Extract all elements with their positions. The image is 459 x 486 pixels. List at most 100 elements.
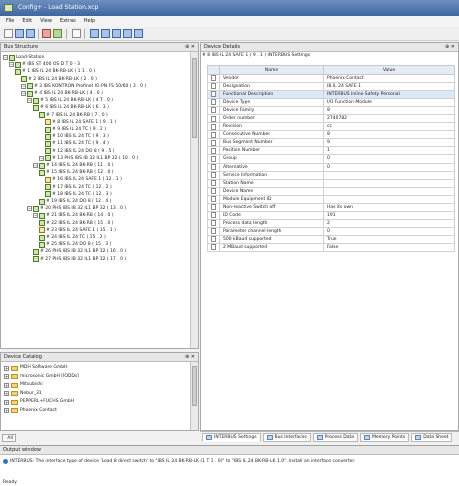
property-value[interactable]: IB IL 24 SAFE 1	[323, 82, 455, 92]
new-file-icon[interactable]	[4, 29, 13, 38]
column-header-value[interactable]: Value	[323, 65, 455, 75]
expand-icon[interactable]: +	[4, 399, 9, 405]
table-row[interactable]: Device Family 8	[207, 106, 455, 116]
expand-icon[interactable]: +	[4, 374, 9, 379]
menu-file[interactable]: File	[6, 16, 14, 27]
tree-node[interactable]: # 8 IBS IL 24 SAFE 1 ( 9 . 1 )	[45, 119, 116, 126]
tree-node[interactable]: # 7 IBS IL 24 BK-RB ( 7 . 0 )	[39, 112, 108, 119]
collapse-icon[interactable]: −	[39, 155, 44, 161]
table-row[interactable]: Module Equipment ID	[207, 194, 455, 204]
pin-close-icon[interactable]: ⊕ ✕	[445, 43, 455, 52]
collapse-icon[interactable]: −	[33, 213, 38, 219]
property-value[interactable]: 8	[323, 130, 455, 140]
table-row[interactable]: Device Name	[207, 186, 455, 196]
save-icon[interactable]	[26, 29, 35, 38]
tree-node[interactable]: # 9 IBS IL 24 TC ( 9 . 2 )	[45, 126, 106, 133]
catalog-all-tab[interactable]: All	[2, 434, 16, 442]
scrollbar-thumb[interactable]	[192, 366, 197, 406]
property-value[interactable]: True	[323, 234, 455, 244]
catalog-item[interactable]: + Nebur_31	[4, 390, 42, 398]
online-icon[interactable]	[53, 29, 62, 38]
details-tab[interactable]: Data Sheet	[411, 433, 453, 442]
view-icon[interactable]	[134, 29, 143, 38]
table-row[interactable]: 500 kBaud supported True	[207, 234, 455, 244]
table-row[interactable]: Functional Description INTERBUS Inline Sa…	[207, 90, 455, 100]
menu-extras[interactable]: Extras	[60, 16, 76, 27]
table-row[interactable]: Group 0	[207, 154, 455, 164]
property-value[interactable]: I/O Function Module	[323, 98, 455, 108]
property-value[interactable]: 1	[323, 146, 455, 156]
property-value[interactable]: 0	[323, 154, 455, 164]
property-value[interactable]: 0	[323, 162, 455, 172]
tree-node[interactable]: # 2 IBS IL 24 BK-RB-LK ( 2 . 0 )	[21, 76, 97, 83]
tree-node[interactable]: # 24 IBS IL 24 TC ( 15 . 2 )	[39, 234, 106, 241]
table-row[interactable]: Station Name	[207, 178, 455, 188]
table-row[interactable]: Process data length 2	[207, 218, 455, 228]
details-tab[interactable]: INTERBUS Settings	[202, 433, 261, 442]
table-row[interactable]: Consecutive Number 8	[207, 130, 455, 140]
edit-icon[interactable]	[72, 29, 81, 38]
tree-node[interactable]: − # 3 IBS KONTRON Profinet IO PN FS 50/60…	[21, 83, 146, 90]
tree-node[interactable]: # 26 PHS IBS IB 32 IL1 BP 32 ( 16 . 0 )	[33, 248, 126, 255]
property-value[interactable]	[323, 178, 455, 188]
table-row[interactable]: Service Information	[207, 170, 455, 180]
tree-node[interactable]: − # 4 IBS IL 24 BK-RB-LK ( 4 . 0 )	[21, 90, 103, 97]
tree-node[interactable]: # 23 IBS IL 24 SAFE 1 ( 15 . 1 )	[39, 227, 116, 234]
table-row[interactable]: ID Code 191	[207, 210, 455, 220]
tree-node[interactable]: − # 21 IBS IL 24 BK-RB ( 14 . 0 )	[33, 212, 114, 219]
collapse-icon[interactable]: −	[27, 206, 32, 212]
view-icon[interactable]	[90, 29, 99, 38]
tree-node[interactable]: − # 13 PHS IBS IB 32 IL1 BP 32 ( 10 . 0 )	[39, 155, 138, 162]
column-header-name[interactable]: Name	[219, 65, 324, 75]
pin-close-icon[interactable]: ⊕ ✕	[185, 353, 195, 362]
tree-node[interactable]: # 22 IBS IL 24 BK-RB ( 15 . 0 )	[39, 220, 114, 227]
tree-node[interactable]: # 6 IBS IL 24 BK-RB-LK ( 6 . 3 )	[33, 104, 109, 111]
collapse-icon[interactable]: −	[9, 62, 14, 68]
expand-icon[interactable]: +	[4, 408, 9, 413]
menu-help[interactable]: Help	[84, 16, 95, 27]
property-value[interactable]: 8	[323, 106, 455, 116]
expand-icon[interactable]: +	[4, 365, 9, 371]
open-folder-icon[interactable]	[15, 29, 24, 38]
menu-edit[interactable]: Edit	[22, 16, 32, 27]
property-value[interactable]: cc	[323, 122, 455, 132]
tree-node[interactable]: − # 14 IBS IL 24 BK-RB ( 11 . 0 )	[33, 162, 114, 169]
catalog-item[interactable]: + MDH Software GmbH	[4, 364, 68, 372]
details-tab[interactable]: Process Data	[312, 433, 359, 442]
view-icon[interactable]	[123, 29, 132, 38]
tree-scrollbar[interactable]	[190, 52, 198, 348]
view-icon[interactable]	[112, 29, 121, 38]
tree-node[interactable]: − # 20 PHS IBS IB 32 IL1 BP 32 ( 13 . 0 )	[27, 205, 126, 212]
tree-node[interactable]: − Load-Station	[3, 54, 44, 61]
tree-node[interactable]: # 25 IBS IL 24 DO 8 ( 15 . 3 )	[39, 241, 111, 248]
property-value[interactable]	[323, 170, 455, 180]
details-tab[interactable]: Memory Points	[360, 433, 410, 442]
table-row[interactable]: Bus Segment Number 9	[207, 138, 455, 148]
tree-node[interactable]: # 17 IBS IL 24 TC ( 12 . 2 )	[45, 184, 112, 191]
catalog-item[interactable]: + PEPPERL+FUCHS GmbH	[4, 398, 74, 406]
property-value[interactable]: False	[323, 242, 455, 253]
table-row[interactable]: Position Number 1	[207, 146, 455, 156]
collapse-icon[interactable]: −	[33, 163, 38, 168]
expand-icon[interactable]: +	[4, 382, 9, 388]
collapse-icon[interactable]: −	[21, 91, 26, 96]
tree-node[interactable]: # 1 IBS IL 24 BK-RB-LK ( 1 1 . 0 )	[15, 68, 95, 75]
property-value[interactable]	[323, 194, 455, 204]
details-tab[interactable]: Bus Interfaces	[262, 433, 311, 442]
connect-icon[interactable]	[42, 29, 51, 38]
table-row[interactable]: Designation IB IL 24 SAFE 1	[207, 82, 455, 92]
table-row[interactable]: Order number 2740782	[207, 114, 455, 124]
table-row[interactable]: Revision cc	[207, 122, 455, 132]
tree-node[interactable]: # 15 IBS IL 24 BK-RB ( 12 . 0 )	[39, 169, 114, 176]
collapse-icon[interactable]: −	[27, 98, 32, 104]
property-value[interactable]: 9	[323, 138, 455, 148]
expand-icon[interactable]: +	[4, 391, 9, 396]
tree-node[interactable]: − # 5 IBS IL 24 BK-RB-LK ( 4 T . 0 )	[27, 97, 113, 104]
property-value[interactable]: 2	[323, 218, 455, 228]
pin-close-icon[interactable]: ⊕ ✕	[185, 43, 195, 52]
property-value[interactable]: Phoenix Contact	[323, 73, 455, 84]
collapse-icon[interactable]: −	[3, 55, 8, 60]
property-value[interactable]: Has its own	[323, 202, 455, 212]
table-row[interactable]: Device Type I/O Function Module	[207, 98, 455, 108]
table-row[interactable]: Non-reactive Switch off Has its own	[207, 202, 455, 212]
